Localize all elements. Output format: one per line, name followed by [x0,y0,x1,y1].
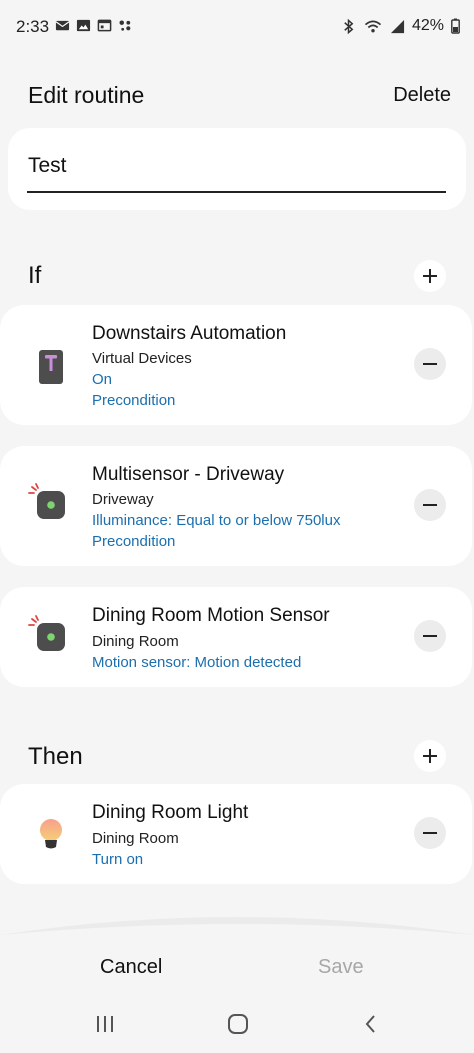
condition-detail: Motion sensor: Motion detected [92,654,302,671]
sensor-icon [28,483,65,519]
notification-icons [55,18,133,33]
condition-title: Dining Room Motion Sensor [92,605,330,626]
condition-detail: Illuminance: Equal to or below 750lux [92,512,341,529]
condition-title: Multisensor - Driveway [92,464,285,485]
action-subtitle: Dining Room [92,830,179,847]
cancel-button[interactable]: Cancel [100,956,162,979]
condition-detail: Precondition [92,392,176,409]
calendar-icon [97,19,112,32]
sensor-icon [28,615,65,651]
if-section-title: If [28,262,42,289]
add-condition-button[interactable] [414,260,446,292]
action-card[interactable]: Dining Room Light Dining Room Turn on [0,784,472,884]
condition-card[interactable]: Multisensor - Driveway Driveway Illumina… [0,446,472,566]
save-button[interactable]: Save [318,956,364,979]
page-title: Edit routine [28,82,145,108]
system-icons: 42% [341,17,460,35]
remove-condition-button[interactable] [414,620,446,652]
mail-icon [55,20,70,31]
remove-action-button[interactable] [414,817,446,849]
condition-subtitle: Virtual Devices [92,350,192,367]
condition-detail: On [92,371,113,388]
battery-percent: 42% [411,17,444,34]
status-bar: 2:33 42% [0,0,474,54]
condition-card[interactable]: Downstairs Automation Virtual Devices On… [0,305,472,425]
condition-subtitle: Driveway [92,491,154,508]
routine-name-card: Test [8,128,466,210]
battery-icon [451,18,460,34]
condition-detail: Precondition [92,533,176,550]
action-detail: Turn on [92,851,144,868]
condition-card[interactable]: Dining Room Motion Sensor Dining Room Mo… [0,587,472,687]
system-nav-bar [0,1000,474,1053]
remove-condition-button[interactable] [414,489,446,521]
back-icon[interactable] [362,1013,380,1035]
bulb-icon [40,819,62,849]
home-icon[interactable] [227,1013,249,1035]
wifi-icon [364,20,382,32]
bluetooth-icon [344,18,354,34]
recent-apps-icon[interactable] [94,1014,116,1034]
signal-icon [390,19,405,33]
input-underline [27,191,446,193]
add-action-button[interactable] [414,740,446,772]
remove-condition-button[interactable] [414,348,446,380]
delete-button[interactable]: Delete [393,84,451,107]
condition-title: Downstairs Automation [92,323,287,344]
status-time: 2:33 [16,17,50,36]
virtual-switch-icon [39,350,63,384]
then-section-title: Then [28,743,83,770]
assistant-icon [119,20,131,31]
condition-subtitle: Dining Room [92,633,179,650]
routine-name-input[interactable]: Test [28,154,446,178]
action-title: Dining Room Light [92,802,249,823]
image-icon [76,19,91,32]
